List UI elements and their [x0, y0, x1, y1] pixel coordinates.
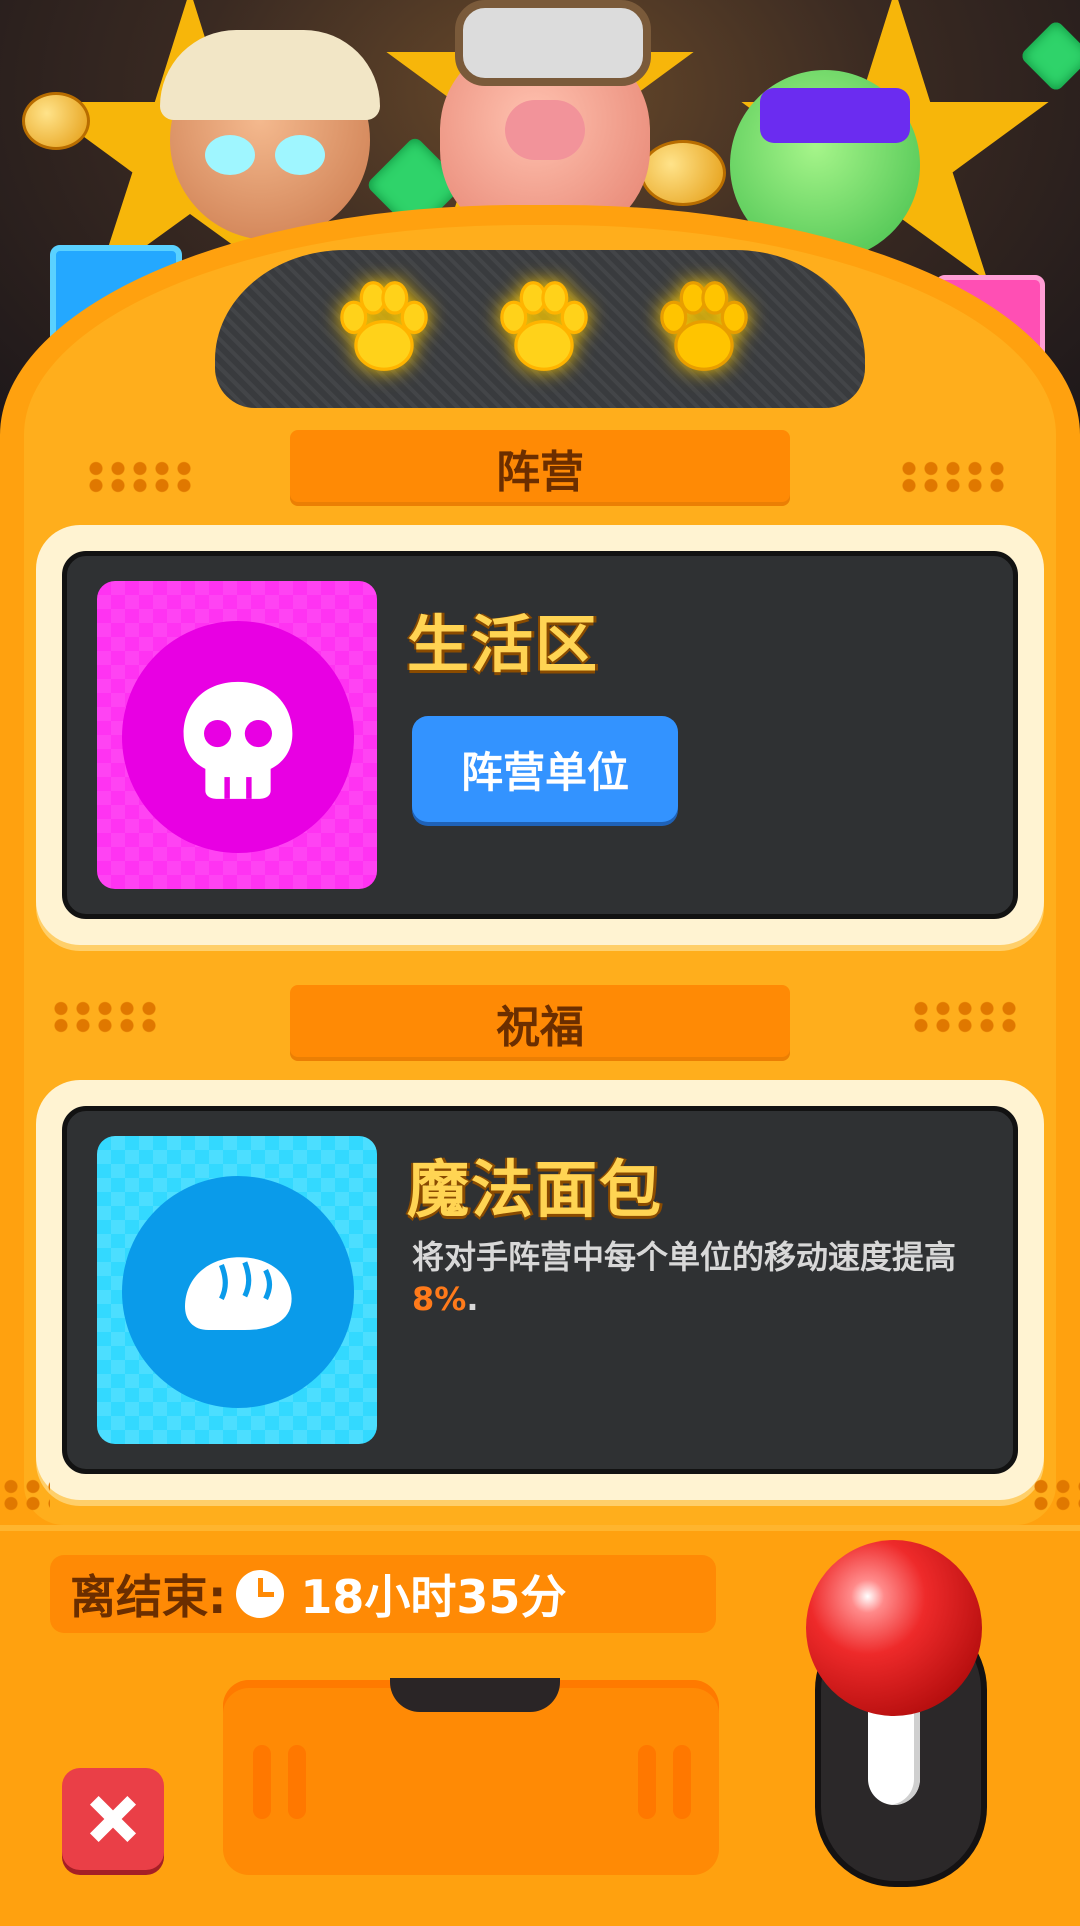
faction-card: 生活区 阵营单位	[62, 551, 1018, 919]
decorative-dots	[910, 1000, 1020, 1034]
decorative-dots	[50, 1000, 160, 1034]
blessing-header: 祝福	[290, 985, 790, 1061]
bread-icon	[122, 1176, 354, 1408]
blessing-bonus-value: 8%	[412, 1280, 467, 1318]
blessing-card-frame: 魔法面包 将对手阵营中每个单位的移动速度提高 8%.	[36, 1080, 1044, 1500]
timer-label: 离结束:	[70, 1570, 227, 1624]
character-eye	[275, 135, 325, 175]
character-hair	[160, 30, 380, 120]
paw-icon	[650, 272, 758, 380]
faction-units-button[interactable]: 阵营单位	[412, 716, 678, 822]
decorative-dots	[898, 460, 1008, 494]
blessing-description-text: 将对手阵营中每个单位的移动速度提高	[412, 1238, 957, 1276]
paw-icon	[490, 272, 598, 380]
gem-icon	[1019, 19, 1080, 93]
clock-icon	[236, 1570, 285, 1618]
blessing-icon-tile	[97, 1136, 377, 1444]
close-icon	[89, 1795, 137, 1843]
character-goggles	[455, 0, 651, 86]
character-snout	[505, 100, 585, 160]
slot-grip	[673, 1745, 691, 1819]
decorative-dots	[85, 460, 195, 494]
coin-icon	[640, 140, 726, 206]
blessing-card: 魔法面包 将对手阵营中每个单位的移动速度提高 8%.	[62, 1106, 1018, 1474]
timer-value: 18小时35分	[300, 1570, 567, 1624]
slot-grip	[638, 1745, 656, 1819]
faction-card-frame: 生活区 阵营单位	[36, 525, 1044, 945]
slot-grip	[253, 1745, 271, 1819]
faction-icon-tile	[97, 581, 377, 889]
skull-icon	[122, 621, 354, 853]
faction-name: 生活区	[407, 608, 600, 681]
coin-icon	[22, 92, 90, 150]
decorative-dots	[0, 1478, 50, 1512]
blessing-name: 魔法面包	[407, 1153, 664, 1226]
blessing-description: 将对手阵营中每个单位的移动速度提高 8%.	[412, 1236, 1002, 1320]
character-sunglasses	[760, 88, 910, 143]
paw-icon	[330, 272, 438, 380]
coin-slot-notch	[390, 1678, 560, 1712]
lever-knob[interactable]	[806, 1540, 982, 1716]
slot-grip	[288, 1745, 306, 1819]
event-timer: 离结束: 18小时35分	[50, 1555, 716, 1633]
blessing-description-end: .	[466, 1280, 479, 1318]
decorative-dots	[1030, 1478, 1080, 1512]
character-eye	[205, 135, 255, 175]
faction-header: 阵营	[290, 430, 790, 506]
close-button[interactable]	[62, 1768, 164, 1870]
